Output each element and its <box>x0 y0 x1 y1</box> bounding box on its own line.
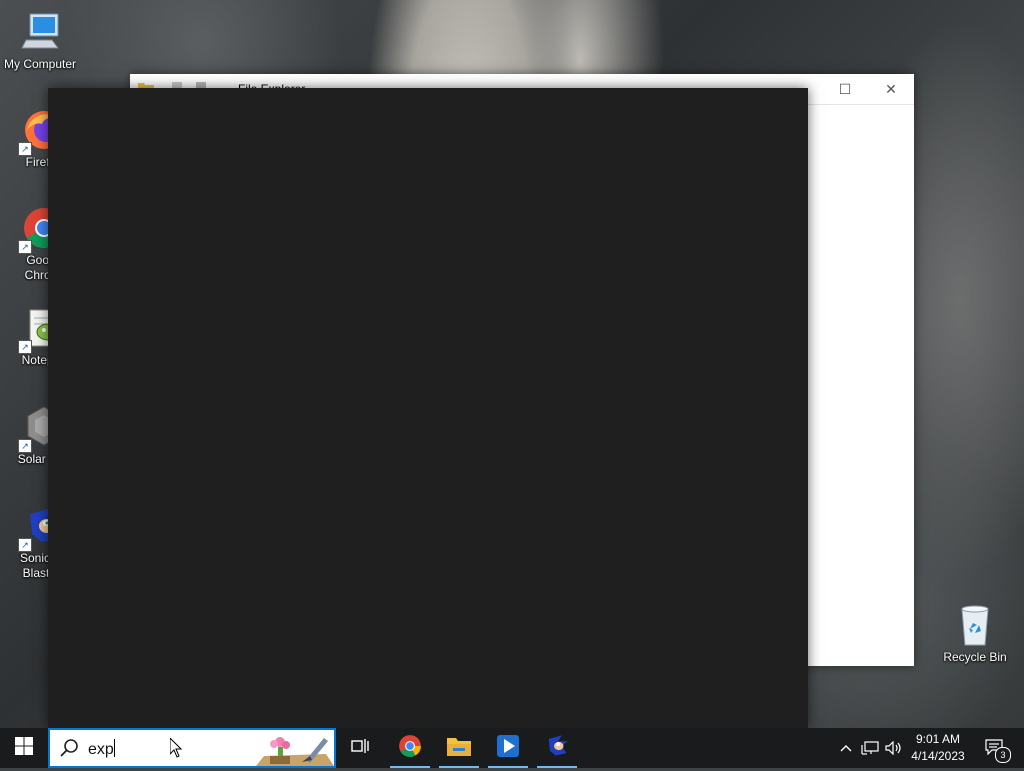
recycle-bin-icon <box>953 603 997 647</box>
shortcut-arrow-icon: ↗ <box>18 340 32 354</box>
taskbar-clock[interactable]: 9:01 AM 4/14/2023 <box>906 731 970 765</box>
shortcut-arrow-icon: ↗ <box>18 142 32 156</box>
desktop-icon-my-computer[interactable]: My Computer <box>0 10 80 72</box>
chrome-icon <box>398 734 422 763</box>
desktop-icon-label: My Computer <box>3 57 77 71</box>
windows-logo-icon <box>15 736 33 760</box>
clock-time: 9:01 AM <box>915 732 961 746</box>
mouse-cursor-icon <box>169 736 183 763</box>
media-player-icon <box>496 734 520 763</box>
shortcut-arrow-icon: ↗ <box>18 240 32 254</box>
search-icon <box>60 739 78 762</box>
network-icon[interactable] <box>858 728 882 768</box>
notification-count-badge: 3 <box>995 746 1011 763</box>
close-icon: ✕ <box>885 81 897 97</box>
search-highlight-illustration-icon <box>256 732 334 771</box>
taskbar-sonic-button[interactable] <box>533 728 581 768</box>
maximize-button[interactable]: ☐ <box>822 74 868 104</box>
task-view-button[interactable] <box>336 728 384 768</box>
start-button[interactable] <box>0 728 48 768</box>
desktop-icon-label: Recycle Bin <box>943 650 1007 664</box>
taskbar-file-explorer-button[interactable] <box>435 728 483 768</box>
search-input-text: exp <box>88 741 114 758</box>
folder-icon <box>447 736 471 761</box>
computer-icon <box>18 10 62 54</box>
maximize-icon: ☐ <box>838 81 852 97</box>
taskbar-search-box[interactable]: exp <box>48 728 336 768</box>
start-search-panel <box>48 88 808 728</box>
taskbar: exp 9:01 AM 4/14/2023 3 <box>0 728 1024 768</box>
sonic-icon <box>544 733 570 764</box>
shortcut-arrow-icon: ↗ <box>18 439 32 453</box>
task-view-icon <box>351 738 369 759</box>
close-button[interactable]: ✕ <box>868 74 914 104</box>
shortcut-arrow-icon: ↗ <box>18 538 32 552</box>
volume-icon[interactable] <box>882 728 906 768</box>
clock-date: 4/14/2023 <box>911 749 965 763</box>
notifications-icon: 3 <box>985 738 1011 763</box>
taskbar-chrome-button[interactable] <box>386 728 434 768</box>
text-caret <box>113 739 115 757</box>
search-input[interactable]: exp <box>88 739 115 759</box>
action-center-button[interactable]: 3 <box>982 728 1011 768</box>
desktop-icon-recycle-bin[interactable]: Recycle Bin <box>935 603 1015 665</box>
show-hidden-icons-chevron-icon[interactable] <box>834 728 858 768</box>
taskbar-media-player-button[interactable] <box>484 728 532 768</box>
